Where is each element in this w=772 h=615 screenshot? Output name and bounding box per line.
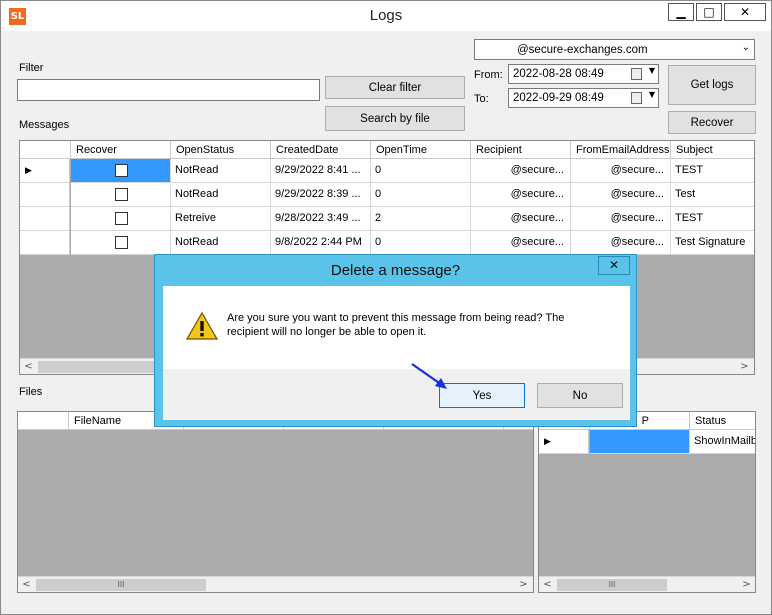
column-header-recover[interactable]: Recover bbox=[71, 141, 171, 159]
window-title: Logs bbox=[369, 7, 403, 24]
row-header[interactable] bbox=[20, 183, 70, 207]
recipients-grid: P Status ▶ ShowInMailb < III > bbox=[538, 411, 756, 593]
clear-filter-button[interactable]: Clear filter bbox=[325, 76, 465, 99]
annotation-arrow-icon bbox=[411, 363, 447, 389]
from-date-value: 2022-08-28 08:49 bbox=[513, 68, 604, 80]
recover-button[interactable]: Recover bbox=[668, 111, 756, 134]
minimize-button[interactable]: ▁ bbox=[668, 3, 694, 21]
table-row-subject[interactable]: Test Signature bbox=[671, 231, 754, 255]
table-row-status[interactable]: NotRead bbox=[171, 159, 271, 183]
search-by-file-button[interactable]: Search by file bbox=[325, 106, 465, 131]
calendar-icon[interactable] bbox=[631, 92, 642, 104]
table-row-subject[interactable]: Test bbox=[671, 183, 754, 207]
row-header[interactable] bbox=[20, 231, 70, 255]
files-hscrollbar[interactable]: < III > bbox=[18, 576, 533, 592]
table-row-from[interactable]: @secure... bbox=[571, 207, 671, 231]
table-row-created[interactable]: 9/29/2022 8:39 ... bbox=[271, 183, 371, 207]
dialog-message: Are you sure you want to prevent this me… bbox=[227, 312, 565, 338]
column-header-subject[interactable]: Subject bbox=[671, 141, 754, 159]
close-button[interactable]: ✕ bbox=[724, 3, 766, 21]
row-header-current[interactable]: ▶ bbox=[539, 430, 589, 454]
get-logs-button[interactable]: Get logs bbox=[668, 65, 756, 105]
scroll-left-icon[interactable]: < bbox=[20, 359, 37, 374]
account-dropdown[interactable]: @secure-exchanges.com ⌄ bbox=[474, 39, 755, 60]
table-row-opentime[interactable]: 2 bbox=[371, 207, 471, 231]
calendar-icon[interactable] bbox=[631, 68, 642, 80]
dialog-title: Delete a message? bbox=[330, 262, 461, 279]
dialog-message-area: Are you sure you want to prevent this me… bbox=[163, 286, 630, 369]
table-row-opentime[interactable]: 0 bbox=[371, 159, 471, 183]
row-header-current[interactable]: ▶ bbox=[20, 159, 70, 183]
dialog-close-button[interactable]: ✕ bbox=[598, 256, 630, 275]
account-selected-value: @secure-exchanges.com bbox=[517, 43, 648, 56]
column-header-fromemailaddress[interactable]: FromEmailAddress bbox=[571, 141, 671, 159]
column-header-recipient[interactable]: Recipient bbox=[471, 141, 571, 159]
scroll-thumb[interactable]: III bbox=[557, 579, 667, 591]
scroll-thumb[interactable]: III bbox=[36, 579, 206, 591]
table-row-subject[interactable]: TEST bbox=[671, 207, 754, 231]
scroll-grip-icon: III bbox=[608, 580, 616, 589]
table-row-recipient[interactable] bbox=[590, 430, 690, 454]
recover-checkbox[interactable] bbox=[115, 164, 128, 177]
recipients-hscrollbar[interactable]: < III > bbox=[539, 576, 755, 592]
filter-input[interactable] bbox=[17, 79, 320, 101]
no-button[interactable]: No bbox=[537, 383, 623, 408]
yes-button[interactable]: Yes bbox=[439, 383, 525, 408]
table-row-subject[interactable]: TEST bbox=[671, 159, 754, 183]
scroll-right-icon[interactable]: > bbox=[736, 359, 753, 374]
grid-corner-header bbox=[20, 141, 71, 159]
from-label: From: bbox=[474, 69, 503, 81]
table-row-recipient[interactable]: @secure... bbox=[471, 207, 571, 231]
title-bar: SL Logs ▁ □ ✕ bbox=[1, 1, 771, 31]
table-row-status[interactable]: NotRead bbox=[171, 183, 271, 207]
table-row-from[interactable]: @secure... bbox=[571, 183, 671, 207]
scroll-right-icon[interactable]: > bbox=[738, 577, 755, 592]
table-row-created[interactable]: 9/28/2022 3:49 ... bbox=[271, 207, 371, 231]
column-header-openstatus[interactable]: OpenStatus bbox=[171, 141, 271, 159]
chevron-down-icon[interactable]: ▼ bbox=[649, 90, 655, 99]
table-row-opentime[interactable]: 0 bbox=[371, 231, 471, 255]
maximize-button[interactable]: □ bbox=[696, 3, 722, 21]
table-row-from[interactable]: @secure... bbox=[571, 159, 671, 183]
logs-window: SL Logs ▁ □ ✕ Filter Clear filter Search… bbox=[0, 0, 772, 615]
table-row-from[interactable]: @secure... bbox=[571, 231, 671, 255]
scroll-grip-icon: III bbox=[117, 580, 125, 589]
to-date-value: 2022-09-29 08:49 bbox=[513, 92, 604, 104]
chevron-down-icon[interactable]: ▼ bbox=[649, 66, 655, 75]
table-row-opentime[interactable]: 0 bbox=[371, 183, 471, 207]
row-header[interactable] bbox=[20, 207, 70, 231]
to-date-picker[interactable]: 2022-09-29 08:49 ▼ bbox=[508, 88, 659, 108]
files-label: Files bbox=[19, 386, 43, 398]
column-header-status[interactable]: Status bbox=[690, 412, 755, 430]
from-date-picker[interactable]: 2022-08-28 08:49 ▼ bbox=[508, 64, 659, 84]
files-grid: FileName < III > bbox=[17, 411, 534, 593]
dialog-body: Are you sure you want to prevent this me… bbox=[163, 286, 630, 420]
table-row-recipient[interactable]: @secure... bbox=[471, 183, 571, 207]
chevron-down-icon: ⌄ bbox=[741, 42, 750, 53]
scroll-right-icon[interactable]: > bbox=[515, 577, 532, 592]
messages-label: Messages bbox=[19, 119, 70, 131]
recover-checkbox[interactable] bbox=[115, 236, 128, 249]
table-row-created[interactable]: 9/29/2022 8:41 ... bbox=[271, 159, 371, 183]
recover-checkbox[interactable] bbox=[115, 188, 128, 201]
filter-label: Filter bbox=[19, 62, 44, 74]
table-row-status[interactable]: ShowInMailb bbox=[690, 430, 755, 454]
scroll-left-icon[interactable]: < bbox=[539, 577, 556, 592]
recover-checkbox[interactable] bbox=[115, 212, 128, 225]
delete-message-dialog: Delete a message? ✕ Are you sure you wan… bbox=[154, 254, 637, 427]
grid-corner-header bbox=[18, 412, 69, 430]
table-row-recipient[interactable]: @secure... bbox=[471, 159, 571, 183]
table-row-status[interactable]: Retreive bbox=[171, 207, 271, 231]
column-header-createddate[interactable]: CreatedDate bbox=[271, 141, 371, 159]
table-row-status[interactable]: NotRead bbox=[171, 231, 271, 255]
column-header-opentime[interactable]: OpenTime bbox=[371, 141, 471, 159]
warning-icon bbox=[186, 312, 218, 340]
table-row-created[interactable]: 9/8/2022 2:44 PM bbox=[271, 231, 371, 255]
table-row-recipient[interactable]: @secure... bbox=[471, 231, 571, 255]
to-label: To: bbox=[474, 93, 489, 105]
scroll-left-icon[interactable]: < bbox=[18, 577, 35, 592]
